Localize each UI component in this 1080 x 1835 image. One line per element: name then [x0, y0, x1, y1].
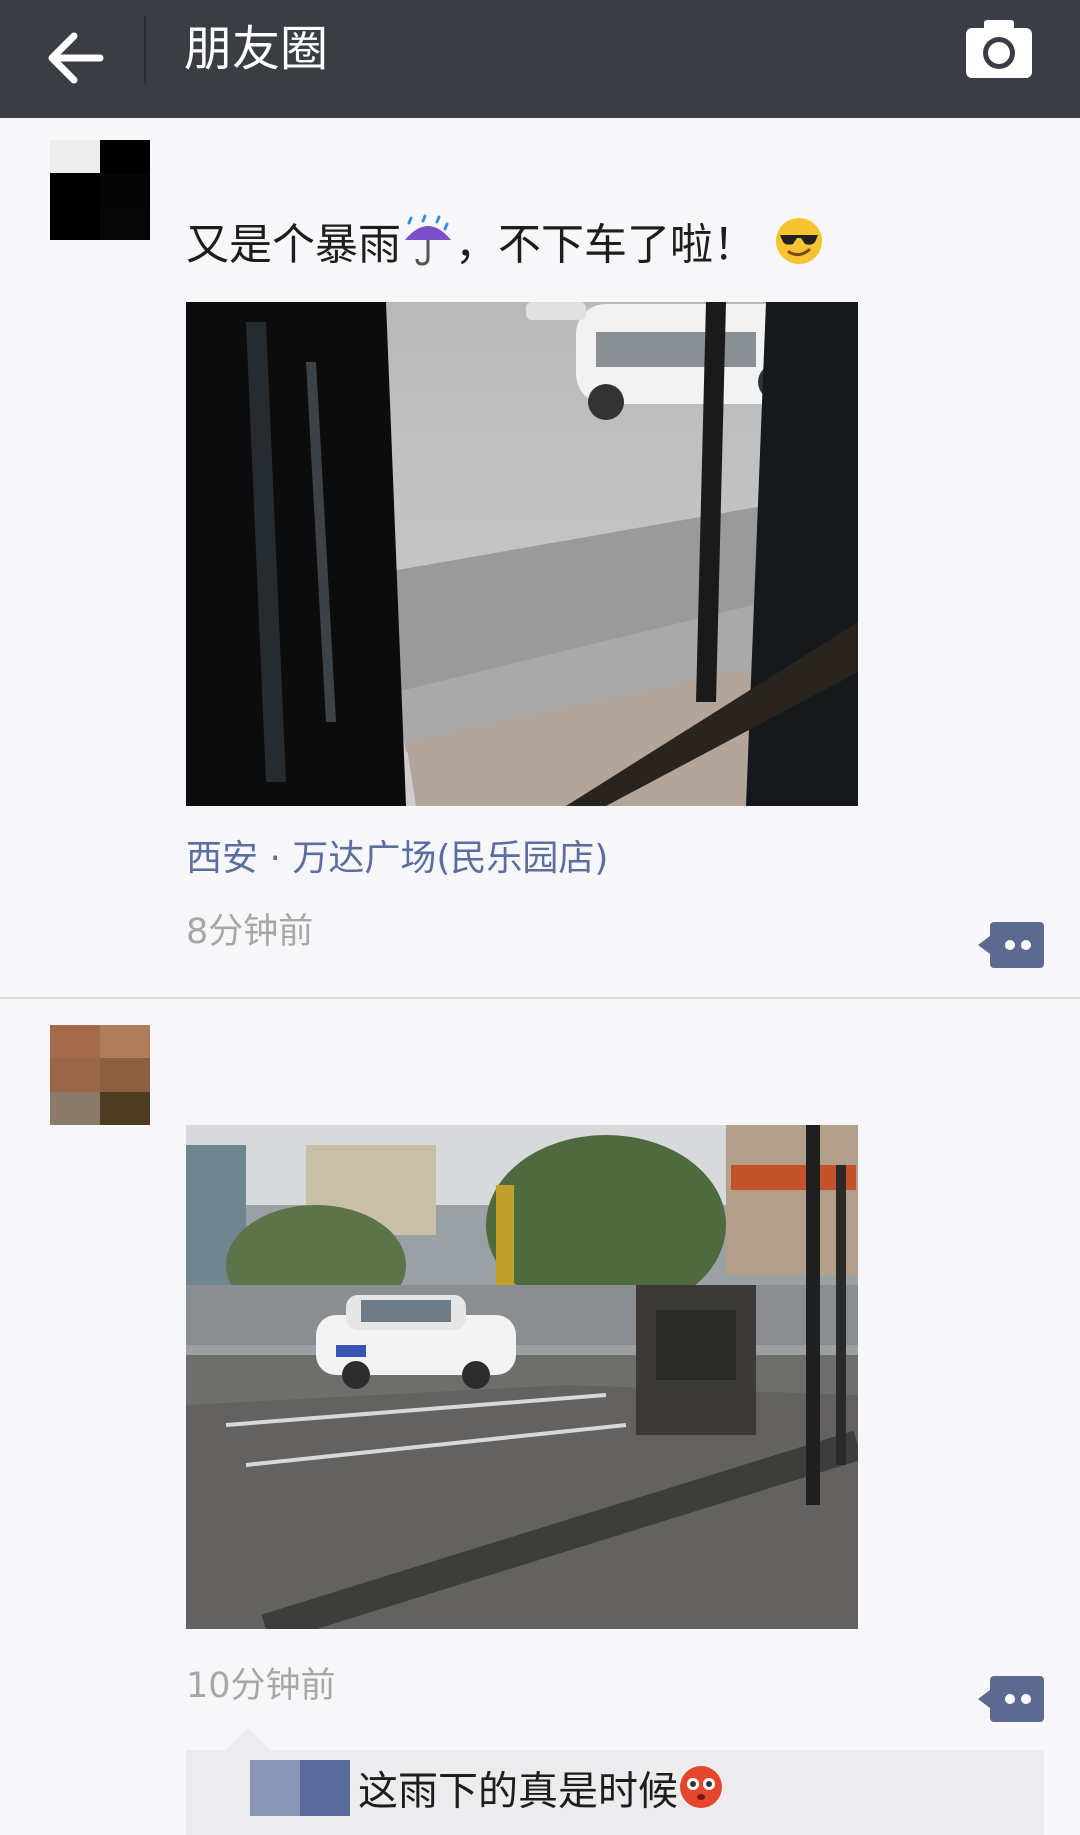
- comment-button[interactable]: [978, 922, 1044, 968]
- post-time: 8分钟前: [186, 912, 314, 952]
- rainy-parking-lot-photo[interactable]: [186, 1125, 858, 1629]
- post-text-part-1: 又是个暴雨: [186, 220, 401, 271]
- comment-dots-icon: [978, 1676, 1044, 1722]
- rain-window-photo[interactable]: [186, 302, 858, 806]
- umbrella-rain-emoji: [401, 214, 455, 282]
- cool-sunglasses-emoji: [774, 216, 824, 280]
- flushed-face-emoji: [678, 1764, 724, 1823]
- comment-text[interactable]: 这雨下的真是时候: [358, 1764, 724, 1823]
- post-text: 又是个暴雨 ，不下车了啦！: [186, 214, 824, 282]
- page-title: 朋友圈: [184, 21, 329, 77]
- comment-dots-icon: [978, 922, 1044, 968]
- arrow-left-icon: [48, 32, 104, 84]
- camera-icon: [966, 20, 1032, 78]
- avatar[interactable]: [50, 140, 150, 240]
- comment-avatar[interactable]: [250, 1760, 350, 1816]
- location-link[interactable]: 西安 · 万达广场(民乐园店): [186, 837, 608, 881]
- comment-text-content: 这雨下的真是时候: [358, 1768, 678, 1815]
- post-divider: [0, 997, 1080, 999]
- avatar[interactable]: [50, 1025, 150, 1125]
- camera-button[interactable]: [964, 18, 1034, 80]
- comment-box-pointer: [226, 1728, 270, 1750]
- comment-box: 这雨下的真是时候: [186, 1728, 1044, 1835]
- post-time: 10分钟前: [186, 1666, 336, 1706]
- post-text-part-2: ，不下车了啦！: [455, 220, 756, 271]
- comment-button[interactable]: [978, 1676, 1044, 1722]
- header-divider: [144, 16, 146, 84]
- top-bar: 朋友圈: [0, 0, 1080, 118]
- back-button[interactable]: [40, 22, 112, 94]
